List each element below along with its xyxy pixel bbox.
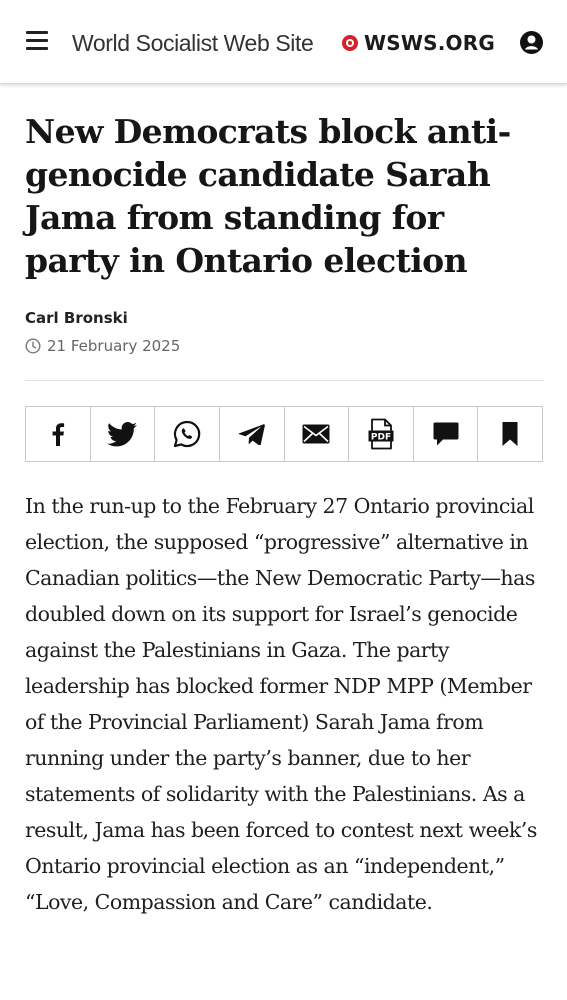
article-date: 21 February 2025 [47, 337, 181, 355]
site-name[interactable]: World Socialist Web Site [72, 30, 314, 57]
share-email-button[interactable] [285, 407, 350, 461]
share-bookmark-button[interactable] [478, 407, 542, 461]
share-toolbar: PDF [25, 406, 543, 462]
email-icon [302, 424, 330, 444]
user-account-icon[interactable] [519, 30, 544, 55]
bookmark-icon [502, 422, 518, 446]
hamburger-menu-icon[interactable] [26, 31, 48, 51]
article-author[interactable]: Carl Bronski [25, 309, 128, 327]
article-body: In the run-up to the February 27 Ontario… [25, 494, 537, 914]
share-whatsapp-button[interactable] [155, 407, 220, 461]
share-telegram-button[interactable] [220, 407, 285, 461]
pdf-label: PDF [371, 432, 391, 442]
pdf-icon: PDF [368, 418, 394, 450]
top-navigation-bar: World Socialist Web Site WSWS.ORG [0, 0, 567, 84]
share-comment-button[interactable] [414, 407, 479, 461]
meta-divider [25, 380, 544, 381]
share-twitter-button[interactable] [91, 407, 156, 461]
wsws-logo-icon [342, 35, 358, 51]
site-brand[interactable]: WSWS.ORG [364, 31, 495, 55]
twitter-icon [107, 421, 138, 446]
facebook-icon [52, 423, 64, 446]
whatsapp-icon [173, 420, 201, 448]
clock-icon [25, 338, 41, 354]
article-title: New Democrats block anti-genocide candid… [25, 112, 511, 280]
share-pdf-button[interactable]: PDF [349, 407, 414, 461]
telegram-icon [238, 424, 265, 445]
comment-icon [433, 422, 459, 446]
share-facebook-button[interactable] [26, 407, 91, 461]
article-date-row: 21 February 2025 [25, 336, 180, 356]
